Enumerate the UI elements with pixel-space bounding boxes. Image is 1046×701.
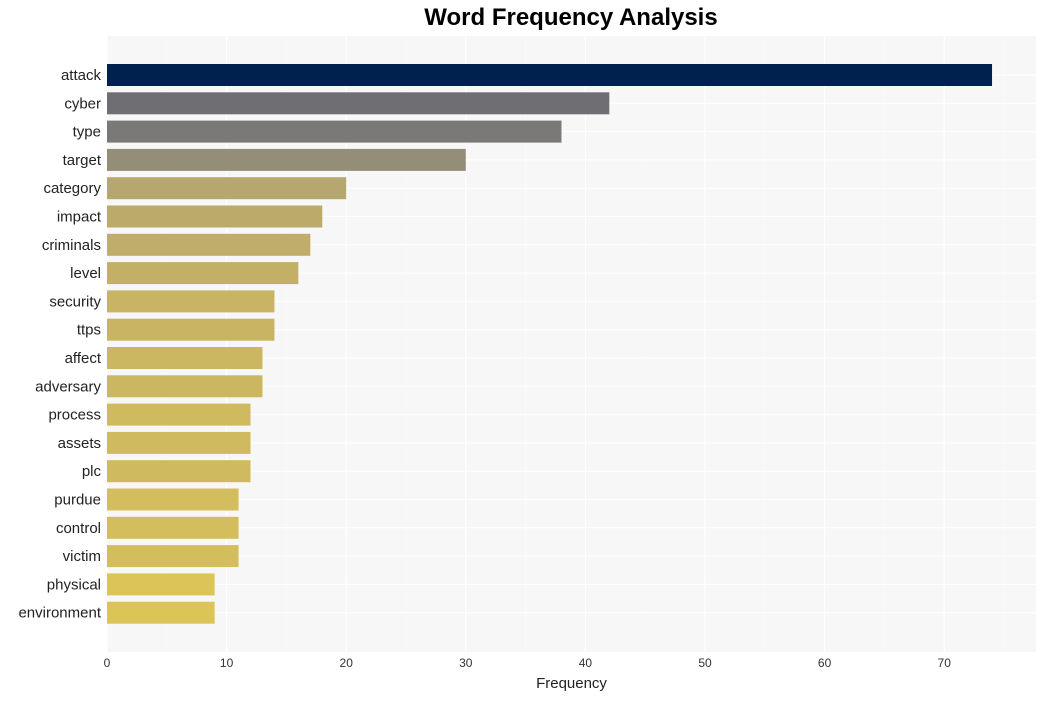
- x-tick-label: 20: [340, 656, 354, 670]
- bar-affect: [107, 347, 263, 369]
- category-label: security: [49, 293, 101, 310]
- bar-physical: [107, 573, 215, 596]
- category-label: purdue: [54, 492, 101, 509]
- x-tick-label: 10: [220, 656, 234, 670]
- x-tick-label: 50: [698, 656, 712, 670]
- category-label: category: [43, 180, 101, 197]
- category-label: level: [70, 265, 101, 282]
- category-label: affect: [65, 350, 102, 367]
- x-tick-label: 30: [459, 656, 473, 670]
- bar-victim: [107, 545, 239, 568]
- category-label: adversary: [35, 378, 101, 395]
- category-label: target: [63, 152, 102, 169]
- bar-chart: 0 10 20 30 40 50 60 70 attack cyber type target cat…: [18, 36, 1036, 670]
- bar-level: [107, 262, 299, 285]
- bar-attack: [107, 64, 993, 86]
- category-label: process: [48, 407, 101, 424]
- bar-assets: [107, 431, 251, 454]
- category-label: type: [73, 124, 101, 141]
- bar-environment: [107, 601, 215, 624]
- category-label: control: [56, 520, 101, 537]
- bar-criminals: [107, 233, 311, 256]
- category-label: cyber: [64, 95, 101, 112]
- x-axis-label: Frequency: [536, 675, 607, 692]
- y-axis-labels: attack cyber type target category impact crimi…: [18, 67, 101, 622]
- bar-impact: [107, 205, 323, 228]
- category-label: physical: [47, 576, 101, 593]
- x-tick-label: 0: [104, 656, 111, 670]
- bar-category: [107, 177, 347, 200]
- x-tick-label: 60: [818, 656, 832, 670]
- category-label: assets: [58, 435, 101, 452]
- category-label: plc: [82, 463, 102, 480]
- bar-control: [107, 516, 239, 539]
- category-label: ttps: [77, 322, 101, 339]
- bar-security: [107, 290, 275, 313]
- bar-cyber: [107, 92, 610, 115]
- x-tick-label: 70: [938, 656, 952, 670]
- bar-process: [107, 403, 251, 426]
- category-label: criminals: [42, 237, 101, 254]
- bar-target: [107, 148, 466, 171]
- bar-purdue: [107, 488, 239, 511]
- bar-type: [107, 120, 562, 143]
- bar-plc: [107, 460, 251, 483]
- bar-ttps: [107, 318, 275, 341]
- bar-adversary: [107, 375, 263, 398]
- x-axis-ticks: 0 10 20 30 40 50 60 70: [104, 656, 952, 670]
- category-label: impact: [57, 209, 102, 226]
- x-tick-label: 40: [579, 656, 593, 670]
- category-label: environment: [18, 605, 101, 622]
- category-label: attack: [61, 67, 102, 84]
- category-label: victim: [63, 548, 101, 565]
